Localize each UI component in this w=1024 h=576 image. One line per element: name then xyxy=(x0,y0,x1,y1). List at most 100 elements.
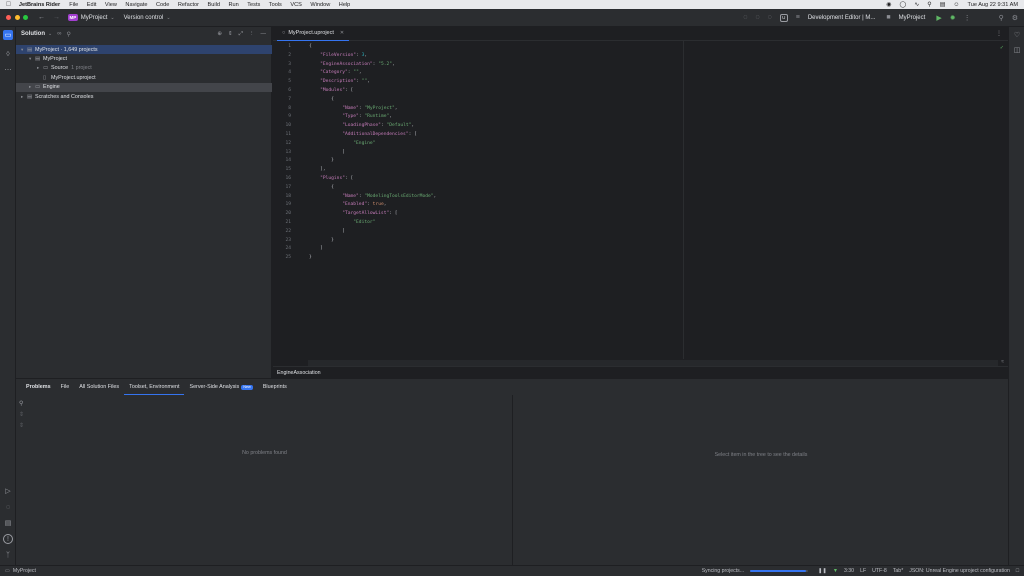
menu-help[interactable]: Help xyxy=(339,2,351,8)
view-options-icon[interactable]: ∞ xyxy=(57,31,61,37)
git-branch-icon[interactable]: ᛉ xyxy=(3,550,13,560)
zoom-window-button[interactable] xyxy=(23,15,28,20)
caret-position[interactable]: 3:30 xyxy=(844,568,854,574)
menu-tools[interactable]: Tools xyxy=(269,2,282,8)
sync-icon[interactable]: ◌ xyxy=(743,14,747,21)
file-encoding[interactable]: UTF-8 xyxy=(872,568,887,574)
tab-problems[interactable]: Problems xyxy=(21,379,56,395)
locate-target-icon[interactable]: ⊕ xyxy=(217,31,222,38)
tree-item-source[interactable]: ▸ ▭ Source 1 project xyxy=(16,64,272,73)
tree-item-scratches[interactable]: ▸ ▤ Scratches and Consoles xyxy=(16,92,272,101)
more-tools-icon[interactable]: ⋯ xyxy=(3,65,13,75)
status-project[interactable]: MyProject xyxy=(13,568,36,574)
menu-edit[interactable]: Edit xyxy=(87,2,97,8)
collapse-all-icon[interactable]: ⤢ xyxy=(239,31,243,38)
expand-all-icon[interactable]: ⇕ xyxy=(228,31,233,38)
menu-view[interactable]: View xyxy=(105,2,117,8)
apple-icon[interactable]:  xyxy=(6,1,11,8)
sync-status[interactable]: Syncing projects... xyxy=(702,568,744,574)
no-errors-check-icon[interactable]: ✓ xyxy=(1000,45,1004,51)
tree-item-label: Source xyxy=(51,65,69,71)
menu-build[interactable]: Build xyxy=(208,2,220,8)
search-icon[interactable]: ⚲ xyxy=(927,1,931,8)
tree-item-engine[interactable]: ▸ ▭ Engine xyxy=(16,82,272,92)
tab-myproject-uproject[interactable]: ○ MyProject.uproject ✕ xyxy=(277,27,350,41)
menu-tests[interactable]: Tests xyxy=(247,2,260,8)
build-hammer-icon[interactable]: ≡ xyxy=(796,14,800,21)
user-icon[interactable]: ☺ xyxy=(953,2,959,8)
search-everywhere-icon[interactable]: ⚲ xyxy=(999,14,1004,22)
chevron-down-icon[interactable]: ⌄ xyxy=(48,31,52,37)
minimize-window-button[interactable] xyxy=(14,15,20,20)
line-ending[interactable]: LF xyxy=(860,568,866,574)
problems-icon[interactable]: ! xyxy=(3,534,13,544)
tree-item-uproject[interactable]: ▯ MyProject.uproject xyxy=(16,73,272,82)
menu-file[interactable]: File xyxy=(69,2,78,8)
search-icon[interactable]: ⚲ xyxy=(66,31,70,38)
breadcrumb-item[interactable]: EngineAssociation xyxy=(277,370,321,376)
tree-item-solution-root[interactable]: ▾ ▤ MyProject · 1,649 projects xyxy=(16,45,272,54)
control-center-icon[interactable]: ▤ xyxy=(940,1,946,8)
menu-code[interactable]: Code xyxy=(156,2,169,8)
menu-vcs[interactable]: VCS xyxy=(290,2,302,8)
code-content[interactable]: { "FileVersion": 3, "EngineAssociation":… xyxy=(309,43,436,263)
code-line: } xyxy=(309,237,334,243)
debug-icon[interactable]: ✹ xyxy=(950,14,956,22)
run-target-selector[interactable]: MyProject xyxy=(899,15,926,21)
menu-refactor[interactable]: Refactor xyxy=(178,2,199,8)
line-number: 1 xyxy=(288,44,291,49)
run-configuration-selector[interactable]: Development Editor | M... xyxy=(808,15,876,21)
tab-server-side-analysis[interactable]: Server-Side Analysis New xyxy=(184,379,257,395)
minimize-panel-icon[interactable]: — xyxy=(261,31,267,38)
code-line: "FileVersion": 3, xyxy=(320,52,368,58)
solution-title[interactable]: Solution xyxy=(21,31,45,37)
indent-setting[interactable]: Tab* xyxy=(893,568,903,574)
chevron-down-icon[interactable]: ⌄ xyxy=(110,15,114,21)
close-window-button[interactable] xyxy=(6,15,11,20)
file-type[interactable]: JSON: Unreal Engine uproject configurati… xyxy=(909,568,1010,574)
close-tab-icon[interactable]: ✕ xyxy=(340,30,344,36)
tab-toolset-environment[interactable]: Toolset, Environment xyxy=(124,379,185,395)
solution-folder-icon[interactable]: ▭ xyxy=(3,30,13,40)
line-number: 21 xyxy=(285,219,291,225)
status-bar: ▭ MyProject Syncing projects... ❚❚ ▼ 3:3… xyxy=(0,565,1024,576)
run-icon[interactable]: ▶ xyxy=(936,14,941,22)
refresh-analysis-icon[interactable]: ⚲ xyxy=(19,400,24,407)
chevron-down-icon[interactable]: ⌄ xyxy=(166,15,170,21)
tab-options-icon[interactable]: ⋮ xyxy=(996,30,1002,37)
menu-window[interactable]: Window xyxy=(310,2,330,8)
commit-icon[interactable]: ◊ xyxy=(3,49,13,59)
pause-icon[interactable]: ❚❚ xyxy=(818,568,827,574)
tab-blueprints[interactable]: Blueprints xyxy=(258,379,292,395)
tab-file[interactable]: File xyxy=(56,379,75,395)
back-arrow-icon[interactable]: ← xyxy=(38,14,45,21)
version-control-menu[interactable]: Version control xyxy=(124,15,164,21)
run-tool-icon[interactable]: ▷ xyxy=(3,486,13,496)
wifi-icon[interactable]: ∿ xyxy=(914,1,919,8)
tree-item-label: MyProject xyxy=(43,55,67,62)
debug-attach-icon[interactable]: ◌ xyxy=(755,14,759,21)
project-switcher[interactable]: MyProject xyxy=(81,15,108,21)
more-actions-icon[interactable]: ⋮ xyxy=(964,14,971,22)
project-badge[interactable]: MP xyxy=(68,14,78,21)
settings-gear-icon[interactable]: ⚙ xyxy=(1012,14,1018,22)
headphones-icon[interactable]: ◯ xyxy=(900,1,907,8)
jetbrains-toolbox-icon[interactable]: ◉ xyxy=(886,1,891,8)
forward-arrow-icon[interactable]: → xyxy=(53,14,60,21)
code-vision-icon[interactable]: ≈ xyxy=(1001,359,1004,365)
profile-icon[interactable]: ◌ xyxy=(768,14,772,21)
database-icon[interactable]: ◫ xyxy=(1012,45,1022,55)
menu-navigate[interactable]: Navigate xyxy=(125,2,147,8)
tree-item-myproject[interactable]: ▾ ▤ MyProject xyxy=(16,54,272,63)
lock-icon[interactable]: □ xyxy=(1016,568,1019,574)
menu-run[interactable]: Run xyxy=(228,2,238,8)
unreal-tool-icon[interactable]: ◌ xyxy=(3,502,13,512)
unreal-engine-icon[interactable]: U xyxy=(779,13,788,22)
app-menu[interactable]: JetBrains Rider xyxy=(19,2,60,8)
analysis-status-icon[interactable]: ▼ xyxy=(833,568,838,574)
clock[interactable]: Tue Aug 22 9:31 AM xyxy=(968,2,1018,8)
notifications-bell-icon[interactable]: ♡ xyxy=(1012,30,1022,40)
more-options-icon[interactable]: ⋮ xyxy=(249,31,255,38)
terminal-icon[interactable]: ▤ xyxy=(3,518,13,528)
tab-all-solution-files[interactable]: All Solution Files xyxy=(74,379,124,395)
